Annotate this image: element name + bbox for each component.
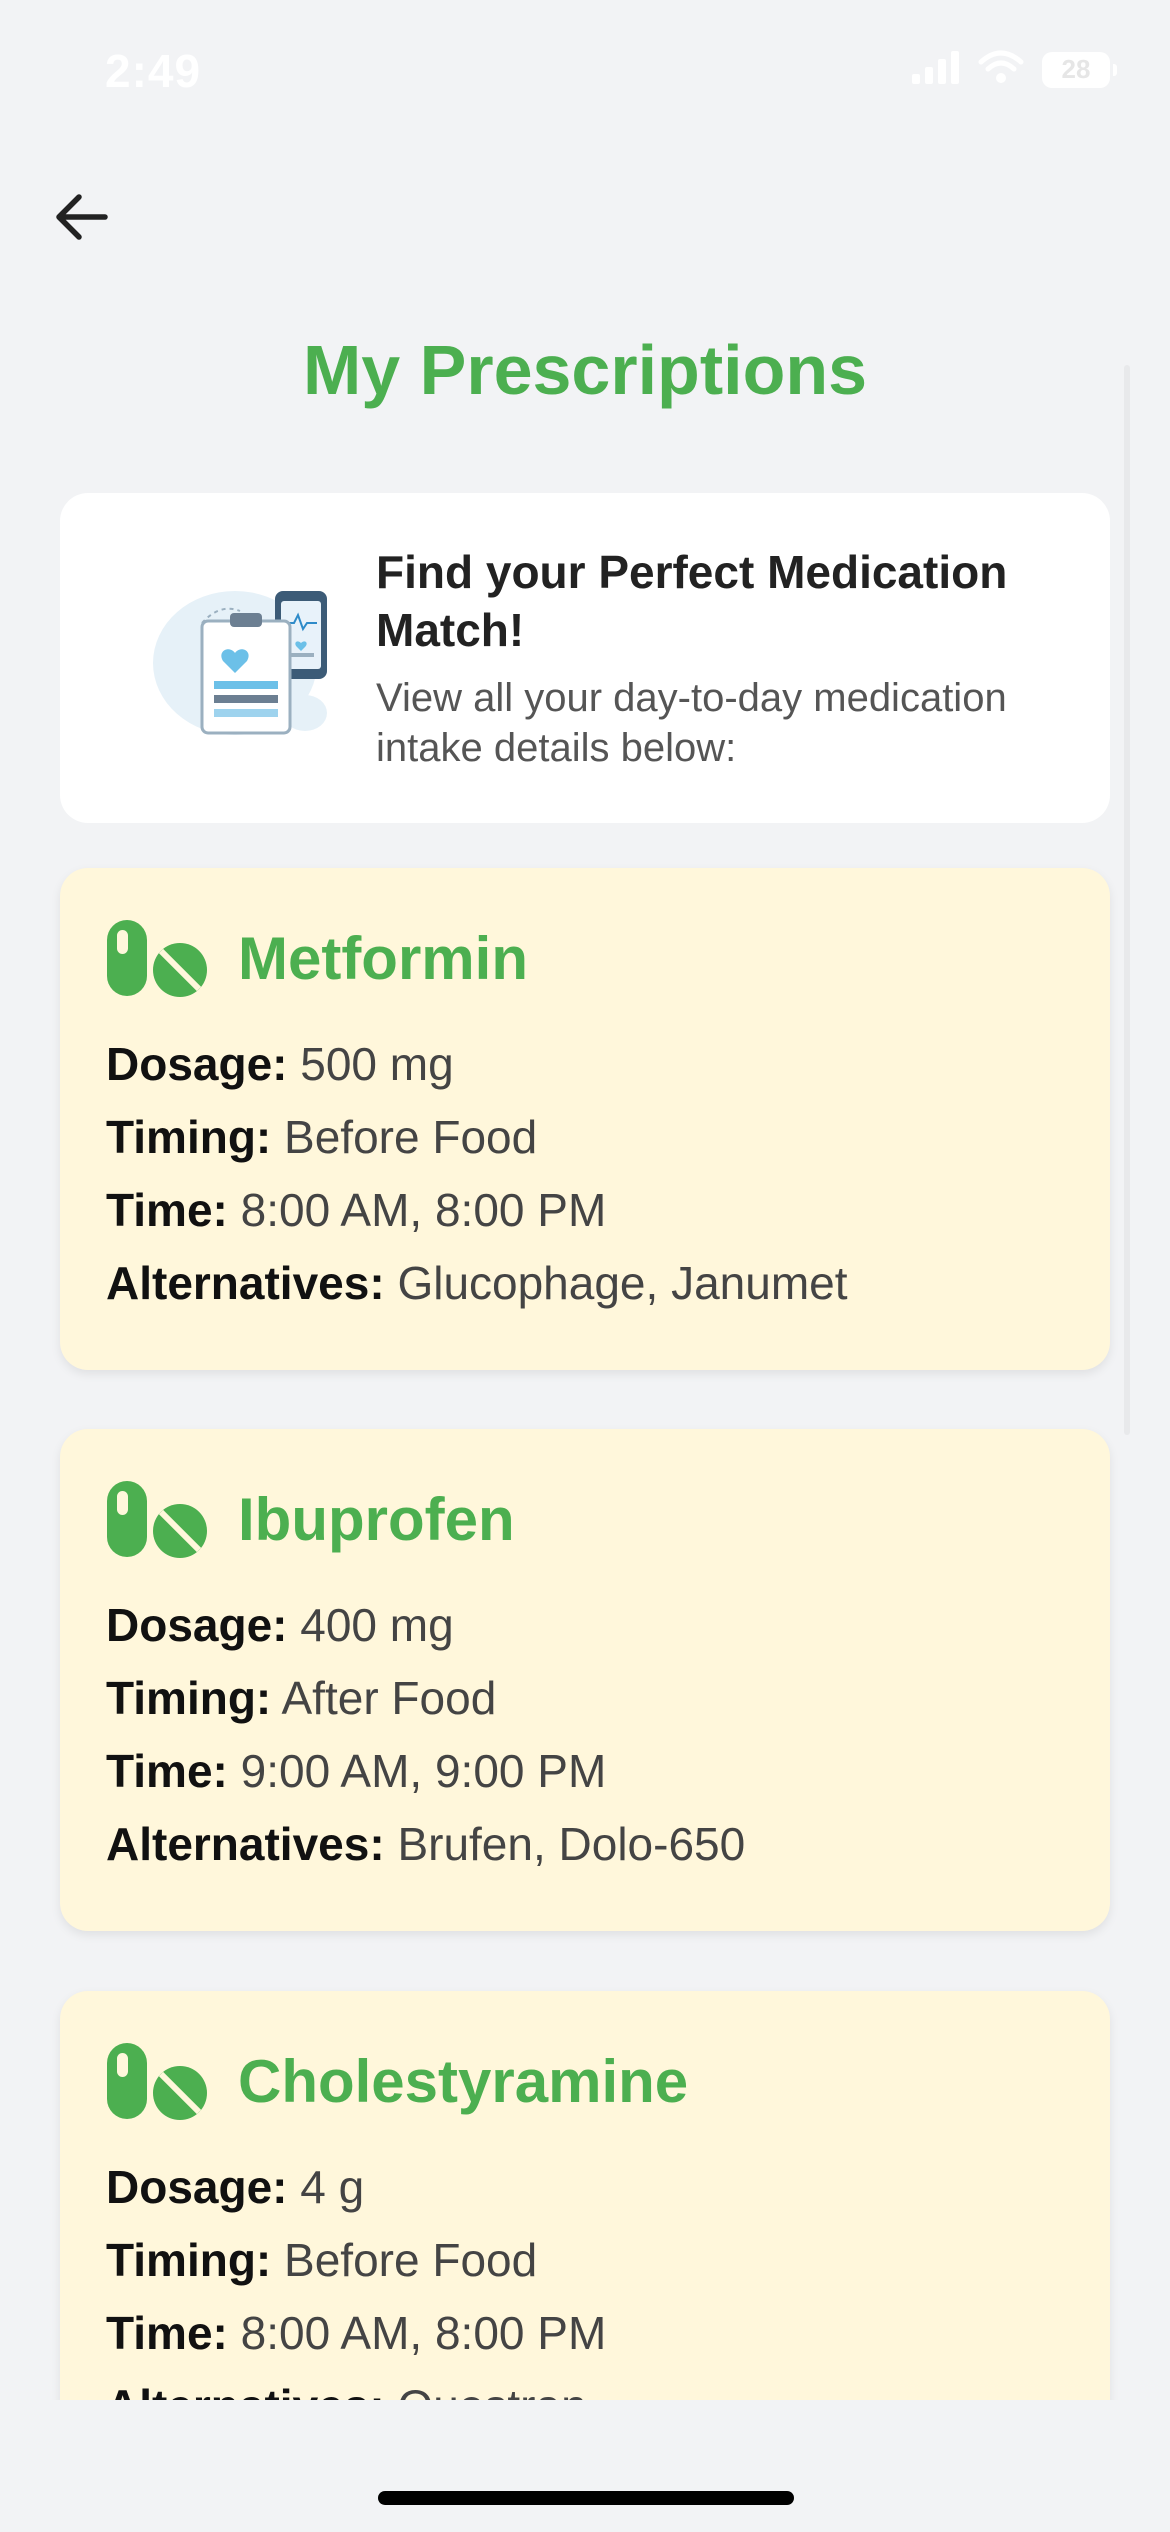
medical-records-phone-icon (140, 563, 360, 753)
page-title: My Prescriptions (302, 331, 868, 409)
bottom-safe-area (0, 2400, 1170, 2532)
time-row: Time: 8:00 AM, 8:00 PM (106, 2297, 606, 2370)
pills-icon (105, 2041, 210, 2121)
time-row: Time: 8:00 AM, 8:00 PM (106, 1174, 848, 1247)
status-time: 2:49 (105, 45, 202, 97)
dosage-row: Dosage: 500 mg (106, 1028, 848, 1101)
info-card: Find your Perfect Medication Match! View… (60, 493, 1110, 823)
timing-row: Timing: After Food (106, 1662, 745, 1735)
time-label: Time: (106, 1184, 228, 1236)
prescription-card[interactable]: Ibuprofen Dosage: 400 mg Timing: After F… (60, 1429, 1110, 1931)
back-button[interactable] (48, 186, 114, 252)
prescription-header: Ibuprofen (105, 1479, 515, 1559)
prescription-card[interactable]: Metformin Dosage: 500 mg Timing: Before … (60, 868, 1110, 1370)
signal-icon (912, 50, 960, 89)
alternatives-value: Brufen, Dolo-650 (397, 1818, 746, 1870)
battery-indicator: 28 (1042, 51, 1117, 88)
time-value: 8:00 AM, 8:00 PM (240, 2307, 607, 2359)
medication-name: Metformin (238, 924, 528, 992)
scrollbar[interactable] (1124, 365, 1130, 1435)
time-label: Time: (106, 2307, 228, 2359)
dosage-row: Dosage: 400 mg (106, 1589, 745, 1662)
dosage-row: Dosage: 4 g (106, 2151, 606, 2224)
dosage-value: 400 mg (300, 1599, 454, 1651)
prescription-header: Cholestyramine (105, 2041, 688, 2121)
prescription-details: Dosage: 400 mg Timing: After Food Time: … (106, 1589, 745, 1881)
pills-icon (105, 1479, 210, 1559)
timing-label: Timing: (106, 1111, 272, 1163)
timing-row: Timing: Before Food (106, 1101, 848, 1174)
pills-icon (105, 918, 210, 998)
prescription-header: Metformin (105, 918, 528, 998)
time-label: Time: (106, 1745, 228, 1797)
dosage-value: 500 mg (300, 1038, 454, 1090)
time-value: 8:00 AM, 8:00 PM (240, 1184, 607, 1236)
info-text: Find your Perfect Medication Match! View… (376, 543, 1076, 773)
home-indicator[interactable] (378, 2491, 794, 2505)
medication-name: Cholestyramine (238, 2047, 689, 2115)
wifi-icon (978, 50, 1024, 89)
battery-level: 28 (1061, 54, 1091, 84)
medication-name: Ibuprofen (238, 1485, 515, 1553)
status-bar: 2:49 28 (0, 0, 1170, 140)
alternatives-row: Alternatives: Glucophage, Janumet (106, 1247, 848, 1320)
info-subtitle: View all your day-to-day medication inta… (376, 676, 1007, 770)
alternatives-row: Alternatives: Brufen, Dolo-650 (106, 1808, 745, 1881)
timing-value: Before Food (284, 2234, 538, 2286)
timing-label: Timing: (106, 2234, 272, 2286)
timing-row: Timing: Before Food (106, 2224, 606, 2297)
prescription-details: Dosage: 500 mg Timing: Before Food Time:… (106, 1028, 848, 1320)
alternatives-label: Alternatives: (106, 1257, 385, 1309)
status-icons: 28 (912, 50, 1117, 89)
dosage-value: 4 g (300, 2161, 365, 2213)
alternatives-value: Glucophage, Janumet (397, 1257, 848, 1309)
timing-value: After Food (281, 1672, 497, 1724)
dosage-label: Dosage: (106, 2161, 288, 2213)
dosage-label: Dosage: (106, 1599, 288, 1651)
time-value: 9:00 AM, 9:00 PM (240, 1745, 607, 1797)
arrow-left-icon (53, 193, 109, 246)
time-row: Time: 9:00 AM, 9:00 PM (106, 1735, 745, 1808)
info-heading: Find your Perfect Medication Match! (376, 546, 1008, 656)
dosage-label: Dosage: (106, 1038, 288, 1090)
timing-value: Before Food (284, 1111, 538, 1163)
alternatives-label: Alternatives: (106, 1818, 385, 1870)
timing-label: Timing: (106, 1672, 272, 1724)
